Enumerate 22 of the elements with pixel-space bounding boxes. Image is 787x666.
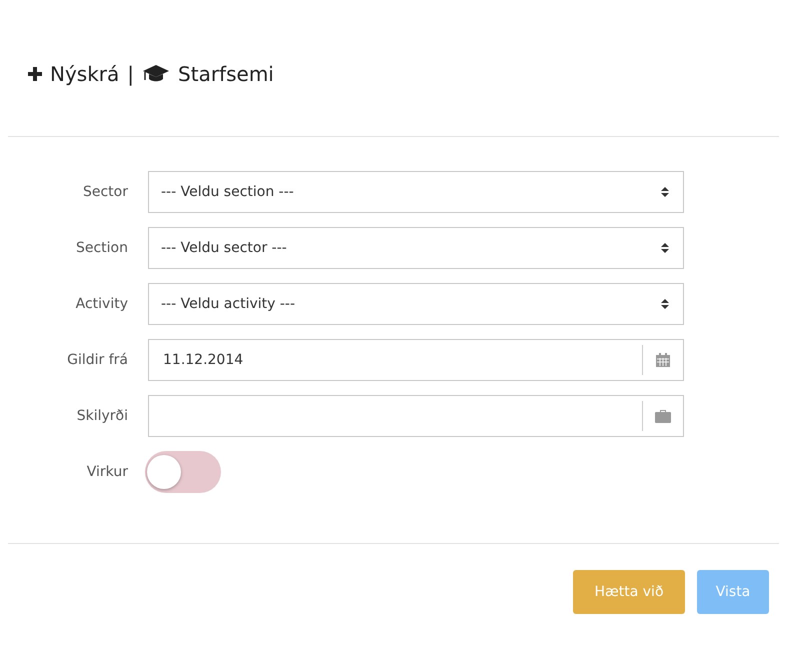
field-label: Sector [82, 184, 129, 200]
updown-arrows-icon [661, 186, 669, 198]
updown-arrows-icon [661, 298, 669, 310]
field-label: Skilyrði [76, 408, 129, 424]
select-field[interactable]: --- Veldu activity --- [148, 283, 684, 325]
input-field[interactable]: 11.12.2014 [148, 339, 684, 381]
field-label: Virkur [86, 464, 129, 480]
field-label: Activity [74, 296, 129, 312]
calendar-icon [656, 353, 670, 367]
field-label: Gildir frá [66, 352, 129, 368]
graduation-cap-icon [142, 64, 170, 84]
select-field[interactable]: --- Veldu sector --- [148, 227, 684, 269]
select-field[interactable]: --- Veldu section --- [148, 171, 684, 213]
updown-arrows-icon [661, 242, 669, 254]
plus-icon [28, 67, 42, 81]
page-title: Nýskrá [50, 62, 120, 86]
title-separator: | [127, 62, 134, 86]
briefcase-icon [655, 409, 671, 423]
toggle-switch[interactable] [145, 451, 221, 493]
section-title: Starfsemi [178, 62, 274, 86]
input-field[interactable] [148, 395, 684, 437]
field-label: Section [74, 240, 129, 256]
